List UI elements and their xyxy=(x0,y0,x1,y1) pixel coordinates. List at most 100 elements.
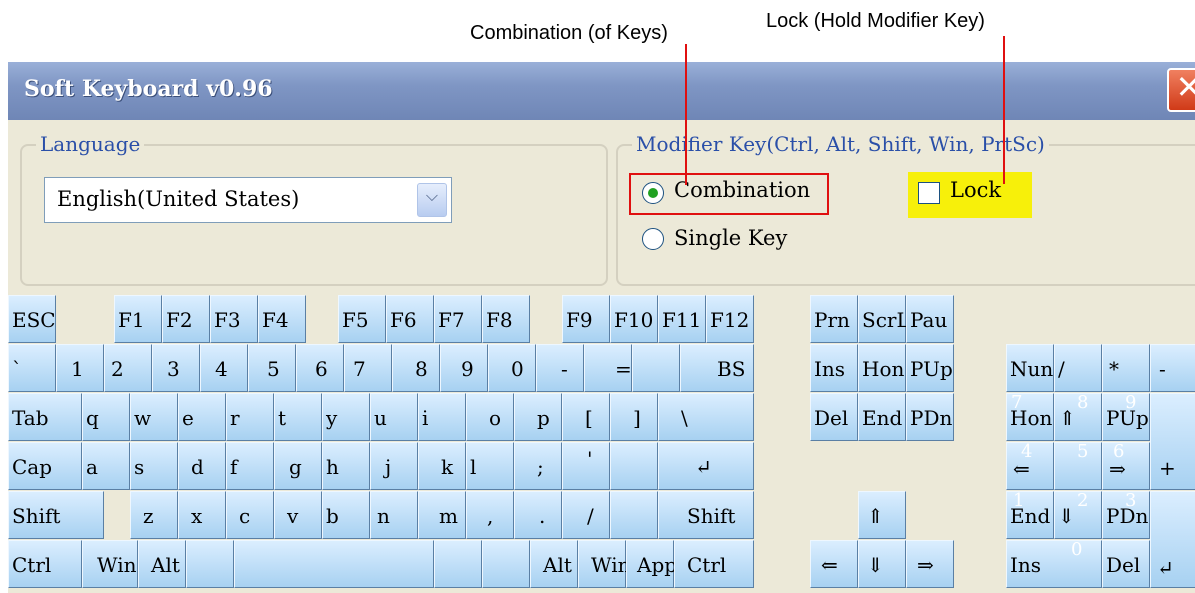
key-blank-r4[interactable] xyxy=(610,442,658,490)
key-0[interactable]: 0 xyxy=(488,344,536,392)
key-f8[interactable]: F8 xyxy=(482,295,530,343)
key-d[interactable]: d xyxy=(178,442,226,490)
key-f1[interactable]: F1 xyxy=(114,295,162,343)
key-7[interactable]: 7 xyxy=(344,344,392,392)
key-left-shift[interactable]: Shift xyxy=(8,491,104,539)
key-kp-1[interactable]: 1 End xyxy=(1006,490,1054,539)
key-kp-divide[interactable]: / xyxy=(1054,344,1102,392)
key-prn[interactable]: Prn xyxy=(810,295,858,343)
key-8[interactable]: 8 xyxy=(392,344,440,392)
key-q[interactable]: q xyxy=(82,393,130,441)
key-f7[interactable]: F7 xyxy=(434,295,482,343)
key-right-win[interactable]: Win xyxy=(578,540,630,588)
key-kp-8[interactable]: 8 ⇑ xyxy=(1054,392,1102,441)
key-left-ctrl[interactable]: Ctrl xyxy=(8,540,82,588)
key-numlock[interactable]: Nun xyxy=(1006,344,1054,392)
lock-checkbox[interactable] xyxy=(918,182,940,204)
key-kp-multiply[interactable]: * xyxy=(1102,344,1150,392)
key-5[interactable]: 5 xyxy=(248,344,296,392)
key-blank-r5[interactable] xyxy=(610,491,658,539)
key-right-arrow[interactable]: ⇒ xyxy=(906,540,954,588)
key-n[interactable]: n xyxy=(370,491,418,539)
key-3[interactable]: 3 xyxy=(152,344,200,392)
key-left-alt[interactable]: Alt xyxy=(138,540,186,588)
key-blank-r6c[interactable] xyxy=(482,540,530,588)
close-button[interactable]: ✕ xyxy=(1167,68,1195,112)
key-down-arrow[interactable]: ⇓ xyxy=(858,540,906,588)
key-f[interactable]: f xyxy=(226,442,274,490)
key-v[interactable]: v xyxy=(274,491,322,539)
key-z[interactable]: z xyxy=(130,491,178,539)
key-pau[interactable]: Pau xyxy=(906,295,954,343)
key-l[interactable]: l xyxy=(466,442,514,490)
key-kp-7[interactable]: 7 Hon xyxy=(1006,392,1054,441)
key-quote[interactable]: ' xyxy=(562,442,610,490)
key-f3[interactable]: F3 xyxy=(210,295,258,343)
key-y[interactable]: y xyxy=(322,393,370,441)
key-backslash[interactable]: \ xyxy=(658,393,754,441)
key-kp-enter[interactable]: ↵ xyxy=(1150,491,1195,588)
key-kp-5[interactable]: 5 xyxy=(1054,441,1102,490)
title-bar[interactable]: Soft Keyboard v0.96 ✕ xyxy=(8,62,1195,120)
key-kp-4[interactable]: 4 ⇐ xyxy=(1006,441,1054,490)
key-space[interactable] xyxy=(234,540,434,588)
key-9[interactable]: 9 xyxy=(440,344,488,392)
language-select[interactable]: English(United States) ⌵ xyxy=(44,177,452,223)
key-pgdn[interactable]: PDn xyxy=(906,393,954,441)
key-kp-9[interactable]: 9 PUp xyxy=(1102,392,1150,441)
key-lbracket[interactable]: [ xyxy=(562,393,610,441)
language-dropdown-button[interactable]: ⌵ xyxy=(417,183,447,217)
key-g[interactable]: g xyxy=(274,442,322,490)
key-right-ctrl[interactable]: Ctrl xyxy=(674,540,754,588)
key-kp-2[interactable]: 2 ⇓ xyxy=(1054,490,1102,539)
key-scrl[interactable]: ScrL xyxy=(858,295,910,343)
key-del[interactable]: Del xyxy=(810,393,858,441)
key-blank-r6b[interactable] xyxy=(434,540,482,588)
key-o[interactable]: o xyxy=(466,393,514,441)
key-j[interactable]: j xyxy=(370,442,418,490)
key-h[interactable]: h xyxy=(322,442,370,490)
key-period[interactable]: . xyxy=(514,491,562,539)
key-kp-6[interactable]: 6 ⇒ xyxy=(1102,441,1150,490)
key-f9[interactable]: F9 xyxy=(562,295,610,343)
key-ins[interactable]: Ins xyxy=(810,344,858,392)
key-enter[interactable]: ↵ xyxy=(658,442,754,490)
key-p[interactable]: p xyxy=(514,393,562,441)
key-k[interactable]: k xyxy=(418,442,466,490)
key-right-alt[interactable]: Alt xyxy=(530,540,578,588)
key-esc[interactable]: ESC xyxy=(8,295,56,343)
key-4[interactable]: 4 xyxy=(200,344,248,392)
key-semicolon[interactable]: ; xyxy=(514,442,562,490)
combination-radio[interactable] xyxy=(642,182,664,204)
key-t[interactable]: t xyxy=(274,393,322,441)
key-pgup[interactable]: PUp xyxy=(906,344,954,392)
key-f5[interactable]: F5 xyxy=(338,295,386,343)
key-s[interactable]: s xyxy=(130,442,178,490)
key-6[interactable]: 6 xyxy=(296,344,344,392)
key-x[interactable]: x xyxy=(178,491,226,539)
key-caps[interactable]: Cap xyxy=(8,442,82,490)
key-blank-r6a[interactable] xyxy=(186,540,234,588)
key-minus[interactable]: - xyxy=(536,344,584,392)
key-kp-subtract[interactable]: - xyxy=(1150,344,1195,392)
key-kp-0[interactable]: 0 Ins xyxy=(1006,539,1102,588)
key-slash[interactable]: / xyxy=(562,491,610,539)
key-app[interactable]: App xyxy=(626,540,677,588)
key-f2[interactable]: F2 xyxy=(162,295,210,343)
key-f6[interactable]: F6 xyxy=(386,295,434,343)
key-backtick[interactable]: ` xyxy=(8,344,56,392)
key-c[interactable]: c xyxy=(226,491,274,539)
key-end[interactable]: End xyxy=(858,393,906,441)
key-f10[interactable]: F10 xyxy=(610,295,658,343)
key-left-arrow[interactable]: ⇐ xyxy=(810,540,858,588)
key-e[interactable]: e xyxy=(178,393,226,441)
key-kp-del[interactable]: Del xyxy=(1102,540,1150,588)
key-home[interactable]: Hon xyxy=(858,344,906,392)
key-right-shift[interactable]: Shift xyxy=(658,491,754,539)
single-key-radio[interactable] xyxy=(642,228,664,250)
key-kp-add[interactable]: + xyxy=(1150,393,1195,490)
key-left-win[interactable]: Win xyxy=(82,540,138,588)
key-b[interactable]: b xyxy=(322,491,370,539)
key-backspace[interactable]: BS xyxy=(680,344,754,392)
key-u[interactable]: u xyxy=(370,393,418,441)
